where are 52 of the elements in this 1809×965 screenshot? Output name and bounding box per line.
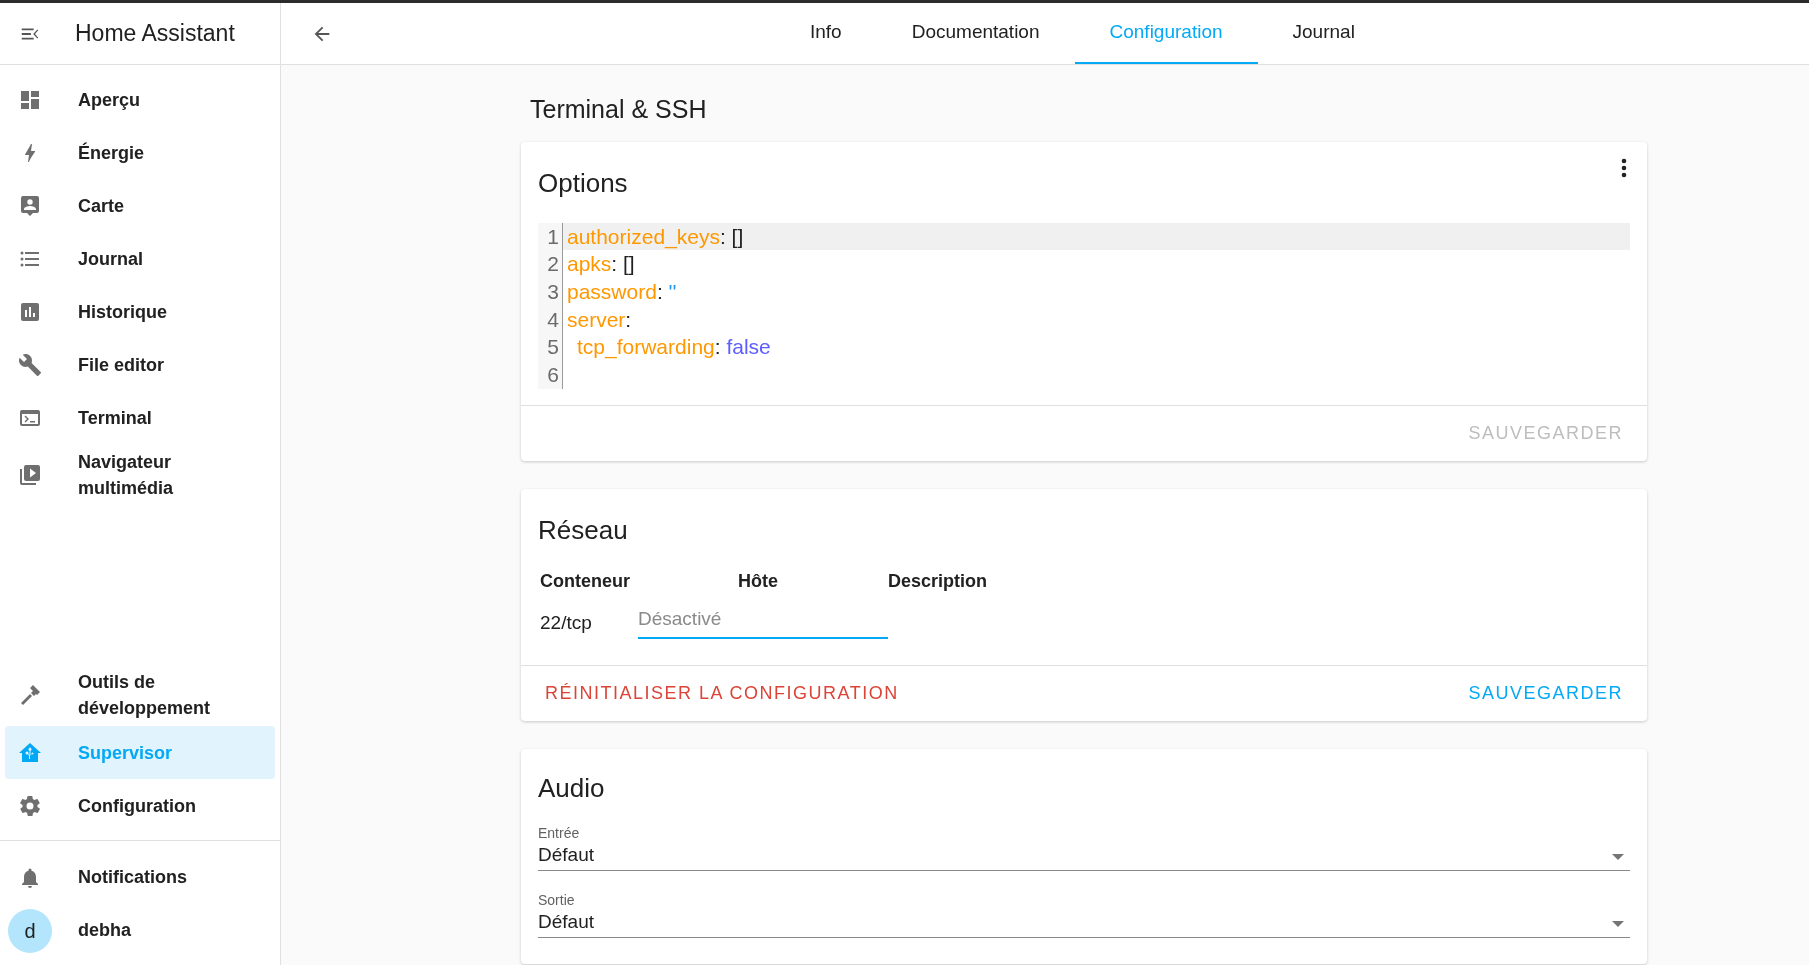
line-number: 4 xyxy=(546,306,559,333)
field-label: Sortie xyxy=(538,891,576,910)
notifications-item[interactable]: Notifications xyxy=(5,851,275,904)
sidebar-item[interactable]: Énergie xyxy=(5,126,275,179)
card-title: Réseau xyxy=(537,513,629,547)
line-number: 5 xyxy=(546,334,559,361)
sidebar-item[interactable]: Configuration xyxy=(5,779,275,832)
host-port-field[interactable]: Désactivé xyxy=(638,604,888,640)
code-line: tcp_forwarding: false xyxy=(576,334,772,361)
port-label: 22/tcp xyxy=(540,611,592,633)
sidebar-item[interactable]: File editor xyxy=(5,338,275,391)
tab[interactable]: Journal xyxy=(1257,3,1390,64)
line-number: 1 xyxy=(546,223,559,250)
app-title: Home Assistant xyxy=(75,19,235,49)
sidebar-item[interactable]: Outils de développement xyxy=(5,664,235,726)
card-title: Audio xyxy=(537,772,606,806)
more-vertical-icon xyxy=(1621,157,1627,178)
play-media-icon xyxy=(18,463,42,487)
code-line: server: xyxy=(566,306,633,333)
column-header: Hôte xyxy=(738,570,778,591)
sidebar-item[interactable]: Carte xyxy=(5,179,275,232)
dropdown-field[interactable]: Entrée Défaut xyxy=(538,824,1630,872)
tab[interactable]: Info xyxy=(775,3,877,64)
house-circuit-icon xyxy=(18,740,42,765)
user-avatar: d xyxy=(8,908,52,953)
settings-icon xyxy=(18,793,42,818)
sidebar-item[interactable]: Historique xyxy=(5,285,275,338)
reset-configuration-button[interactable]: RÉINITIALISER LA CONFIGURATION xyxy=(535,674,909,714)
sidebar-item[interactable]: Navigateur multimédia xyxy=(5,444,235,506)
dropdown-caret-icon xyxy=(1612,921,1624,928)
line-number: 2 xyxy=(546,251,559,278)
field-label: Entrée xyxy=(538,824,581,843)
dropdown-caret-icon xyxy=(1612,854,1624,861)
page-title: Terminal & SSH xyxy=(530,94,708,125)
sidebar-item[interactable]: Journal xyxy=(5,232,275,285)
line-number: 3 xyxy=(546,278,559,305)
code-editor[interactable]: 1 2 3 4 5 6 authorized_keys: [] apks: [] password: '' server: tcp_forwarding: false xyxy=(538,222,1630,389)
code-line: apks: [] xyxy=(566,251,636,278)
field-value: Défaut xyxy=(538,910,594,935)
sidebar-item[interactable]: Aperçu xyxy=(5,73,275,126)
sidebar-item[interactable]: Terminal xyxy=(5,391,275,444)
wrench-icon xyxy=(18,352,42,377)
column-header: Description xyxy=(888,570,988,591)
dropdown-field[interactable]: Sortie Défaut xyxy=(538,891,1630,939)
card-title: Options xyxy=(538,166,628,200)
code-line: password: '' xyxy=(566,278,678,305)
user-item[interactable]: d debha xyxy=(5,904,275,957)
tab[interactable]: Documentation xyxy=(876,3,1075,64)
line-number: 6 xyxy=(546,362,559,388)
field-value: Défaut xyxy=(538,843,594,868)
map-pin-person-icon xyxy=(18,193,42,218)
column-header: Conteneur xyxy=(540,570,630,591)
